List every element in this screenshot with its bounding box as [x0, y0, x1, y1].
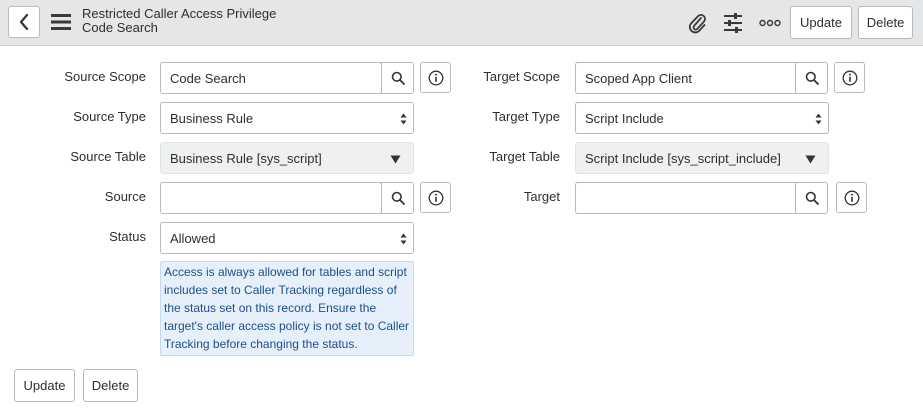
header-delete-button[interactable]: Delete	[858, 6, 913, 39]
form-title: Restricted Caller Access Privilege Code …	[82, 7, 276, 35]
personalize-form-button[interactable]	[721, 11, 745, 35]
dropdown-arrow-icon	[390, 155, 401, 164]
status-label: Status	[109, 229, 146, 244]
target-type-select[interactable]: Script Include	[575, 102, 829, 134]
search-icon	[805, 71, 819, 85]
target-scope-lookup-button[interactable]	[795, 62, 828, 94]
header-update-button[interactable]: Update	[790, 6, 852, 39]
info-icon	[428, 70, 443, 85]
chevron-left-icon	[19, 14, 29, 30]
sliders-icon	[724, 13, 742, 33]
status-info-message: Access is always allowed for tables and …	[160, 261, 414, 356]
back-button[interactable]	[8, 6, 40, 38]
more-options-icon	[759, 19, 781, 27]
footer-update-button[interactable]: Update	[14, 369, 75, 402]
source-type-value: Business Rule	[170, 110, 254, 126]
source-type-select[interactable]: Business Rule	[160, 102, 414, 134]
target-table-value: Script Include [sys_script_include]	[585, 150, 781, 166]
info-icon	[844, 190, 859, 205]
attachment-button[interactable]	[685, 11, 709, 35]
info-icon	[842, 70, 857, 85]
source-input[interactable]	[160, 182, 382, 214]
info-icon	[428, 190, 443, 205]
paperclip-icon	[688, 13, 706, 34]
target-info-button[interactable]	[836, 182, 867, 213]
target-lookup-button[interactable]	[795, 182, 828, 214]
target-input[interactable]	[575, 182, 797, 214]
source-table-value: Business Rule [sys_script]	[170, 150, 322, 166]
record-type-title: Restricted Caller Access Privilege	[82, 6, 277, 21]
source-type-label: Source Type	[73, 109, 146, 124]
source-scope-lookup-button[interactable]	[381, 62, 414, 94]
target-scope-info-button[interactable]	[834, 62, 865, 93]
more-options-button[interactable]	[758, 11, 782, 35]
source-scope-input[interactable]: Code Search	[160, 62, 382, 94]
source-scope-label: Source Scope	[64, 69, 146, 84]
source-scope-info-button[interactable]	[420, 62, 451, 93]
search-icon	[391, 71, 405, 85]
search-icon	[805, 191, 819, 205]
hamburger-icon[interactable]	[51, 13, 71, 31]
target-scope-input[interactable]: Scoped App Client	[575, 62, 797, 94]
select-arrows-icon	[815, 113, 822, 125]
status-value: Allowed	[170, 230, 216, 246]
target-table-field: Script Include [sys_script_include]	[575, 142, 829, 174]
target-type-label: Target Type	[492, 109, 560, 124]
source-lookup-button[interactable]	[381, 182, 414, 214]
target-label: Target	[523, 189, 560, 204]
dropdown-arrow-icon	[805, 155, 816, 164]
target-scope-label: Target Scope	[483, 69, 560, 84]
source-label: Source	[104, 189, 146, 204]
select-arrows-icon	[400, 233, 407, 245]
target-table-label: Target Table	[489, 149, 560, 164]
search-icon	[391, 191, 405, 205]
status-select[interactable]: Allowed	[160, 222, 414, 254]
form-header: Restricted Caller Access Privilege Code …	[0, 0, 923, 46]
select-arrows-icon	[400, 113, 407, 125]
record-display-name: Code Search	[82, 20, 158, 35]
source-table-field: Business Rule [sys_script]	[160, 142, 414, 174]
target-type-value: Script Include	[585, 110, 664, 126]
source-table-label: Source Table	[70, 149, 146, 164]
source-info-button[interactable]	[420, 182, 451, 213]
footer-delete-button[interactable]: Delete	[83, 369, 138, 402]
